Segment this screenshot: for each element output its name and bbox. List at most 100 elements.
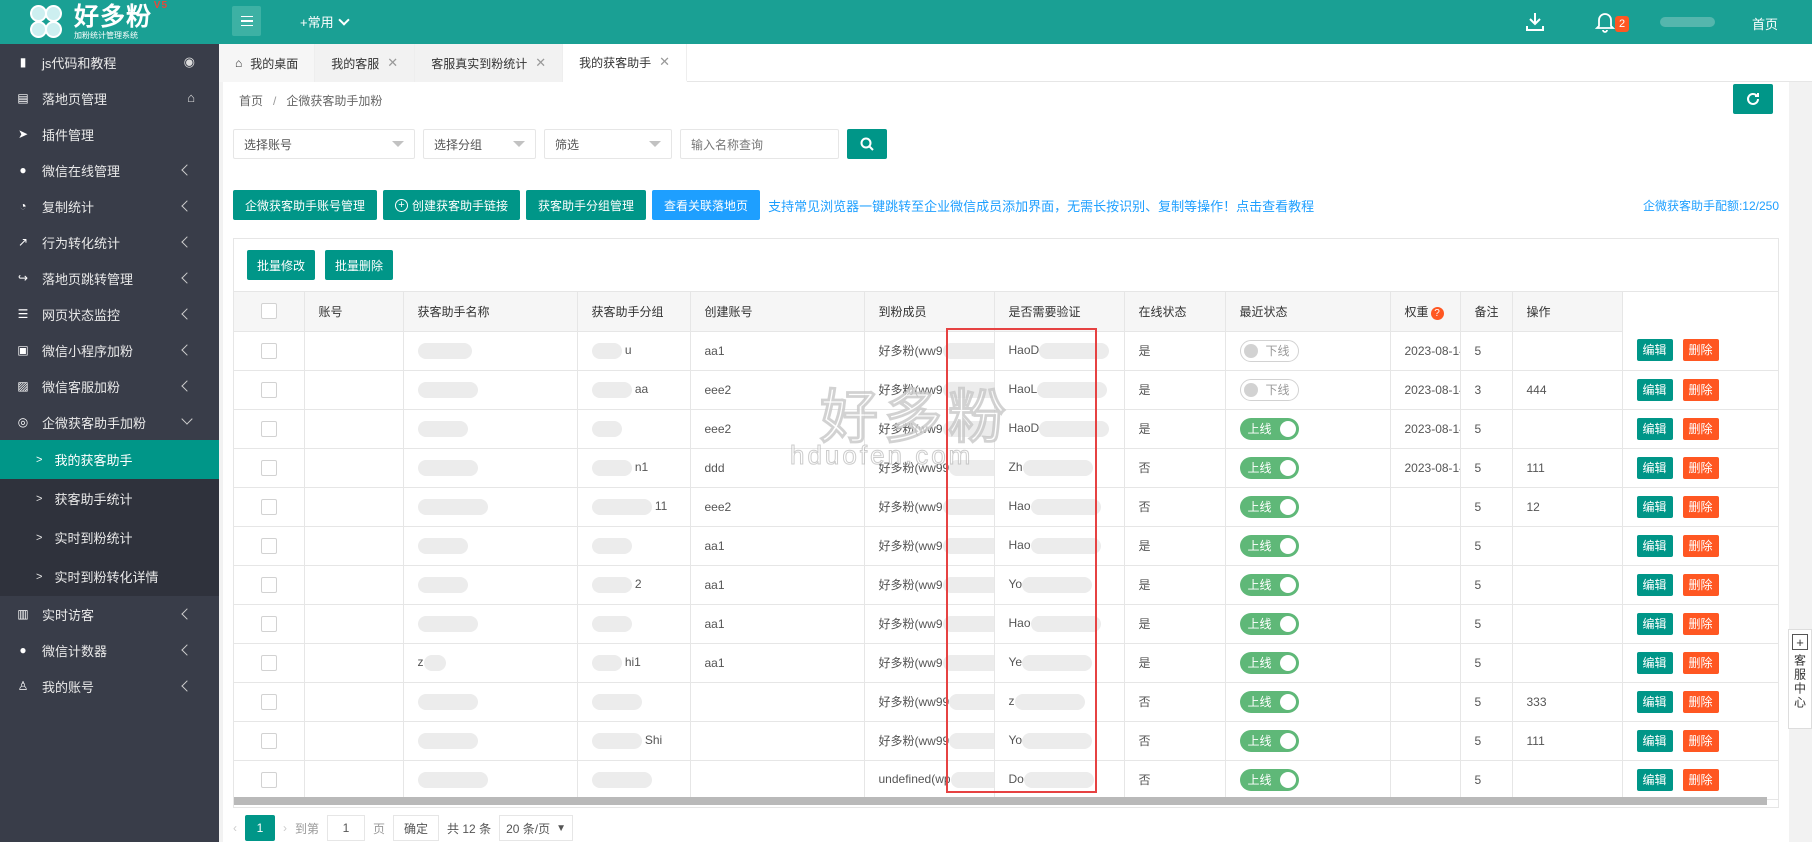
row-checkbox[interactable] bbox=[260, 654, 277, 671]
delete-button[interactable]: 删除 bbox=[1682, 573, 1719, 596]
sidebar-item-7[interactable]: ☰ 网页状态监控 bbox=[0, 296, 219, 332]
row-checkbox[interactable] bbox=[260, 693, 277, 710]
create-link-button[interactable]: + 创建获客助手链接 bbox=[383, 190, 521, 220]
online-toggle[interactable]: 上线 bbox=[1239, 456, 1299, 479]
sidebar-item-5[interactable]: ↗ 行为转化统计 bbox=[0, 224, 219, 260]
prev-page-icon[interactable]: ‹ bbox=[233, 821, 237, 835]
online-toggle[interactable]: 上线 bbox=[1239, 690, 1299, 713]
online-toggle[interactable]: 上线 bbox=[1239, 651, 1299, 674]
online-toggle[interactable]: 下线 bbox=[1239, 339, 1299, 362]
row-checkbox[interactable] bbox=[260, 381, 277, 398]
page-size-select[interactable]: 20 条/页 ▼ bbox=[499, 815, 574, 841]
sidebar-item-9[interactable]: ▨ 微信客服加粉 bbox=[0, 368, 219, 404]
sidebar-item-6[interactable]: ↪ 落地页跳转管理 bbox=[0, 260, 219, 296]
home-link[interactable]: 首页 bbox=[1752, 14, 1778, 33]
sidebar-item-8[interactable]: ▣ 微信小程序加粉 bbox=[0, 332, 219, 368]
page-jump-input[interactable]: 1 bbox=[327, 815, 366, 841]
view-landing-page-button[interactable]: 查看关联落地页 bbox=[652, 190, 761, 220]
online-toggle[interactable]: 上线 bbox=[1239, 417, 1299, 440]
close-icon[interactable]: ✕ bbox=[659, 54, 670, 70]
edit-button[interactable]: 编辑 bbox=[1636, 729, 1673, 752]
sidebar-subitem-3[interactable]: > 实时到粉转化详情 bbox=[0, 557, 219, 596]
row-checkbox[interactable] bbox=[260, 576, 277, 593]
delete-button[interactable]: 删除 bbox=[1682, 417, 1719, 440]
row-checkbox[interactable] bbox=[260, 732, 277, 749]
home-icon[interactable]: ⌂ bbox=[187, 90, 195, 105]
sidebar-subitem-2[interactable]: > 实时到粉统计 bbox=[0, 518, 219, 557]
tutorial-notice-link[interactable]: 支持常见浏览器一键跳转至企业微信成员添加界面，无需长按识别、复制等操作！点击查看… bbox=[768, 196, 1314, 215]
delete-button[interactable]: 删除 bbox=[1682, 729, 1719, 752]
row-checkbox[interactable] bbox=[260, 459, 277, 476]
breadcrumb-home[interactable]: 首页 bbox=[239, 94, 263, 108]
sidebar-item-2[interactable]: ➤ 插件管理 bbox=[0, 116, 219, 152]
group-select[interactable]: 选择分组 bbox=[423, 129, 536, 159]
edit-button[interactable]: 编辑 bbox=[1636, 339, 1673, 362]
sidebar-item-1[interactable]: ▤ 落地页管理 ⌂ bbox=[0, 80, 219, 116]
row-checkbox[interactable] bbox=[260, 498, 277, 515]
edit-button[interactable]: 编辑 bbox=[1636, 417, 1673, 440]
tab-3[interactable]: 我的获客助手 ✕ bbox=[563, 44, 688, 82]
online-toggle[interactable]: 上线 bbox=[1239, 729, 1299, 752]
edit-button[interactable]: 编辑 bbox=[1636, 456, 1673, 479]
close-icon[interactable]: ✕ bbox=[387, 55, 398, 71]
page-confirm-button[interactable]: 确定 bbox=[393, 815, 440, 841]
row-checkbox[interactable] bbox=[260, 420, 277, 437]
horizontal-scrollbar[interactable] bbox=[234, 797, 1767, 805]
account-management-button[interactable]: 企微获客助手账号管理 bbox=[233, 190, 378, 220]
customer-service-float[interactable]: + 客服中心 bbox=[1788, 629, 1812, 729]
online-toggle[interactable]: 下线 bbox=[1239, 378, 1299, 401]
edit-button[interactable]: 编辑 bbox=[1636, 378, 1673, 401]
close-icon[interactable]: ✕ bbox=[535, 55, 546, 71]
online-toggle[interactable]: 上线 bbox=[1239, 768, 1299, 791]
delete-button[interactable]: 删除 bbox=[1682, 690, 1719, 713]
tab-1[interactable]: 我的客服 ✕ bbox=[315, 44, 416, 82]
delete-button[interactable]: 删除 bbox=[1682, 651, 1719, 674]
bell-icon[interactable] bbox=[1594, 11, 1616, 36]
online-toggle[interactable]: 上线 bbox=[1239, 534, 1299, 557]
common-menu[interactable]: +常用 bbox=[300, 12, 350, 31]
sidebar-item-bottom-2[interactable]: ♙ 我的账号 bbox=[0, 668, 219, 704]
logo[interactable]: 好多粉 V5 加粉统计管理系统 bbox=[0, 0, 219, 44]
row-checkbox[interactable] bbox=[260, 771, 277, 788]
select-all-checkbox[interactable] bbox=[260, 303, 277, 320]
tab-2[interactable]: 客服真实到粉统计 ✕ bbox=[415, 44, 564, 82]
edit-button[interactable]: 编辑 bbox=[1636, 534, 1673, 557]
help-icon[interactable]: ? bbox=[1430, 306, 1444, 320]
search-input[interactable]: 输入名称查询 bbox=[680, 129, 839, 159]
tab-0[interactable]: ⌂ 我的桌面 bbox=[219, 44, 316, 82]
eye-icon[interactable]: ◉ bbox=[184, 54, 195, 70]
delete-button[interactable]: 删除 bbox=[1682, 534, 1719, 557]
online-toggle[interactable]: 上线 bbox=[1239, 495, 1299, 518]
user-name[interactable] bbox=[1660, 17, 1715, 27]
sidebar-item-4[interactable]: ◔ 复制统计 bbox=[0, 188, 219, 224]
menu-toggle-button[interactable] bbox=[232, 6, 261, 36]
sidebar-item-bottom-1[interactable]: ● 微信计数器 bbox=[0, 632, 219, 668]
delete-button[interactable]: 删除 bbox=[1682, 612, 1719, 635]
sidebar-item-bottom-0[interactable]: ▥ 实时访客 bbox=[0, 596, 219, 632]
account-select[interactable]: 选择账号 bbox=[233, 129, 415, 159]
batch-edit-button[interactable]: 批量修改 bbox=[247, 250, 316, 280]
online-toggle[interactable]: 上线 bbox=[1239, 612, 1299, 635]
next-page-icon[interactable]: › bbox=[283, 821, 287, 835]
delete-button[interactable]: 删除 bbox=[1682, 768, 1719, 791]
sidebar-item-0[interactable]: ▮ js代码和教程 ◉ bbox=[0, 44, 219, 80]
edit-button[interactable]: 编辑 bbox=[1636, 768, 1673, 791]
group-management-button[interactable]: 获客助手分组管理 bbox=[526, 190, 647, 220]
sidebar-subitem-1[interactable]: > 获客助手统计 bbox=[0, 479, 219, 518]
sidebar-item-3[interactable]: ● 微信在线管理 bbox=[0, 152, 219, 188]
edit-button[interactable]: 编辑 bbox=[1636, 690, 1673, 713]
search-button[interactable] bbox=[847, 129, 887, 159]
delete-button[interactable]: 删除 bbox=[1682, 456, 1719, 479]
row-checkbox[interactable] bbox=[260, 342, 277, 359]
row-checkbox[interactable] bbox=[260, 537, 277, 554]
online-toggle[interactable]: 上线 bbox=[1239, 573, 1299, 596]
edit-button[interactable]: 编辑 bbox=[1636, 573, 1673, 596]
delete-button[interactable]: 删除 bbox=[1682, 339, 1719, 362]
edit-button[interactable]: 编辑 bbox=[1636, 651, 1673, 674]
page-current[interactable]: 1 bbox=[245, 815, 275, 841]
delete-button[interactable]: 删除 bbox=[1682, 378, 1719, 401]
batch-delete-button[interactable]: 批量删除 bbox=[325, 250, 394, 280]
sidebar-subitem-0[interactable]: > 我的获客助手 bbox=[0, 440, 219, 479]
refresh-button[interactable] bbox=[1733, 84, 1773, 114]
filter-select[interactable]: 筛选 bbox=[544, 129, 672, 159]
